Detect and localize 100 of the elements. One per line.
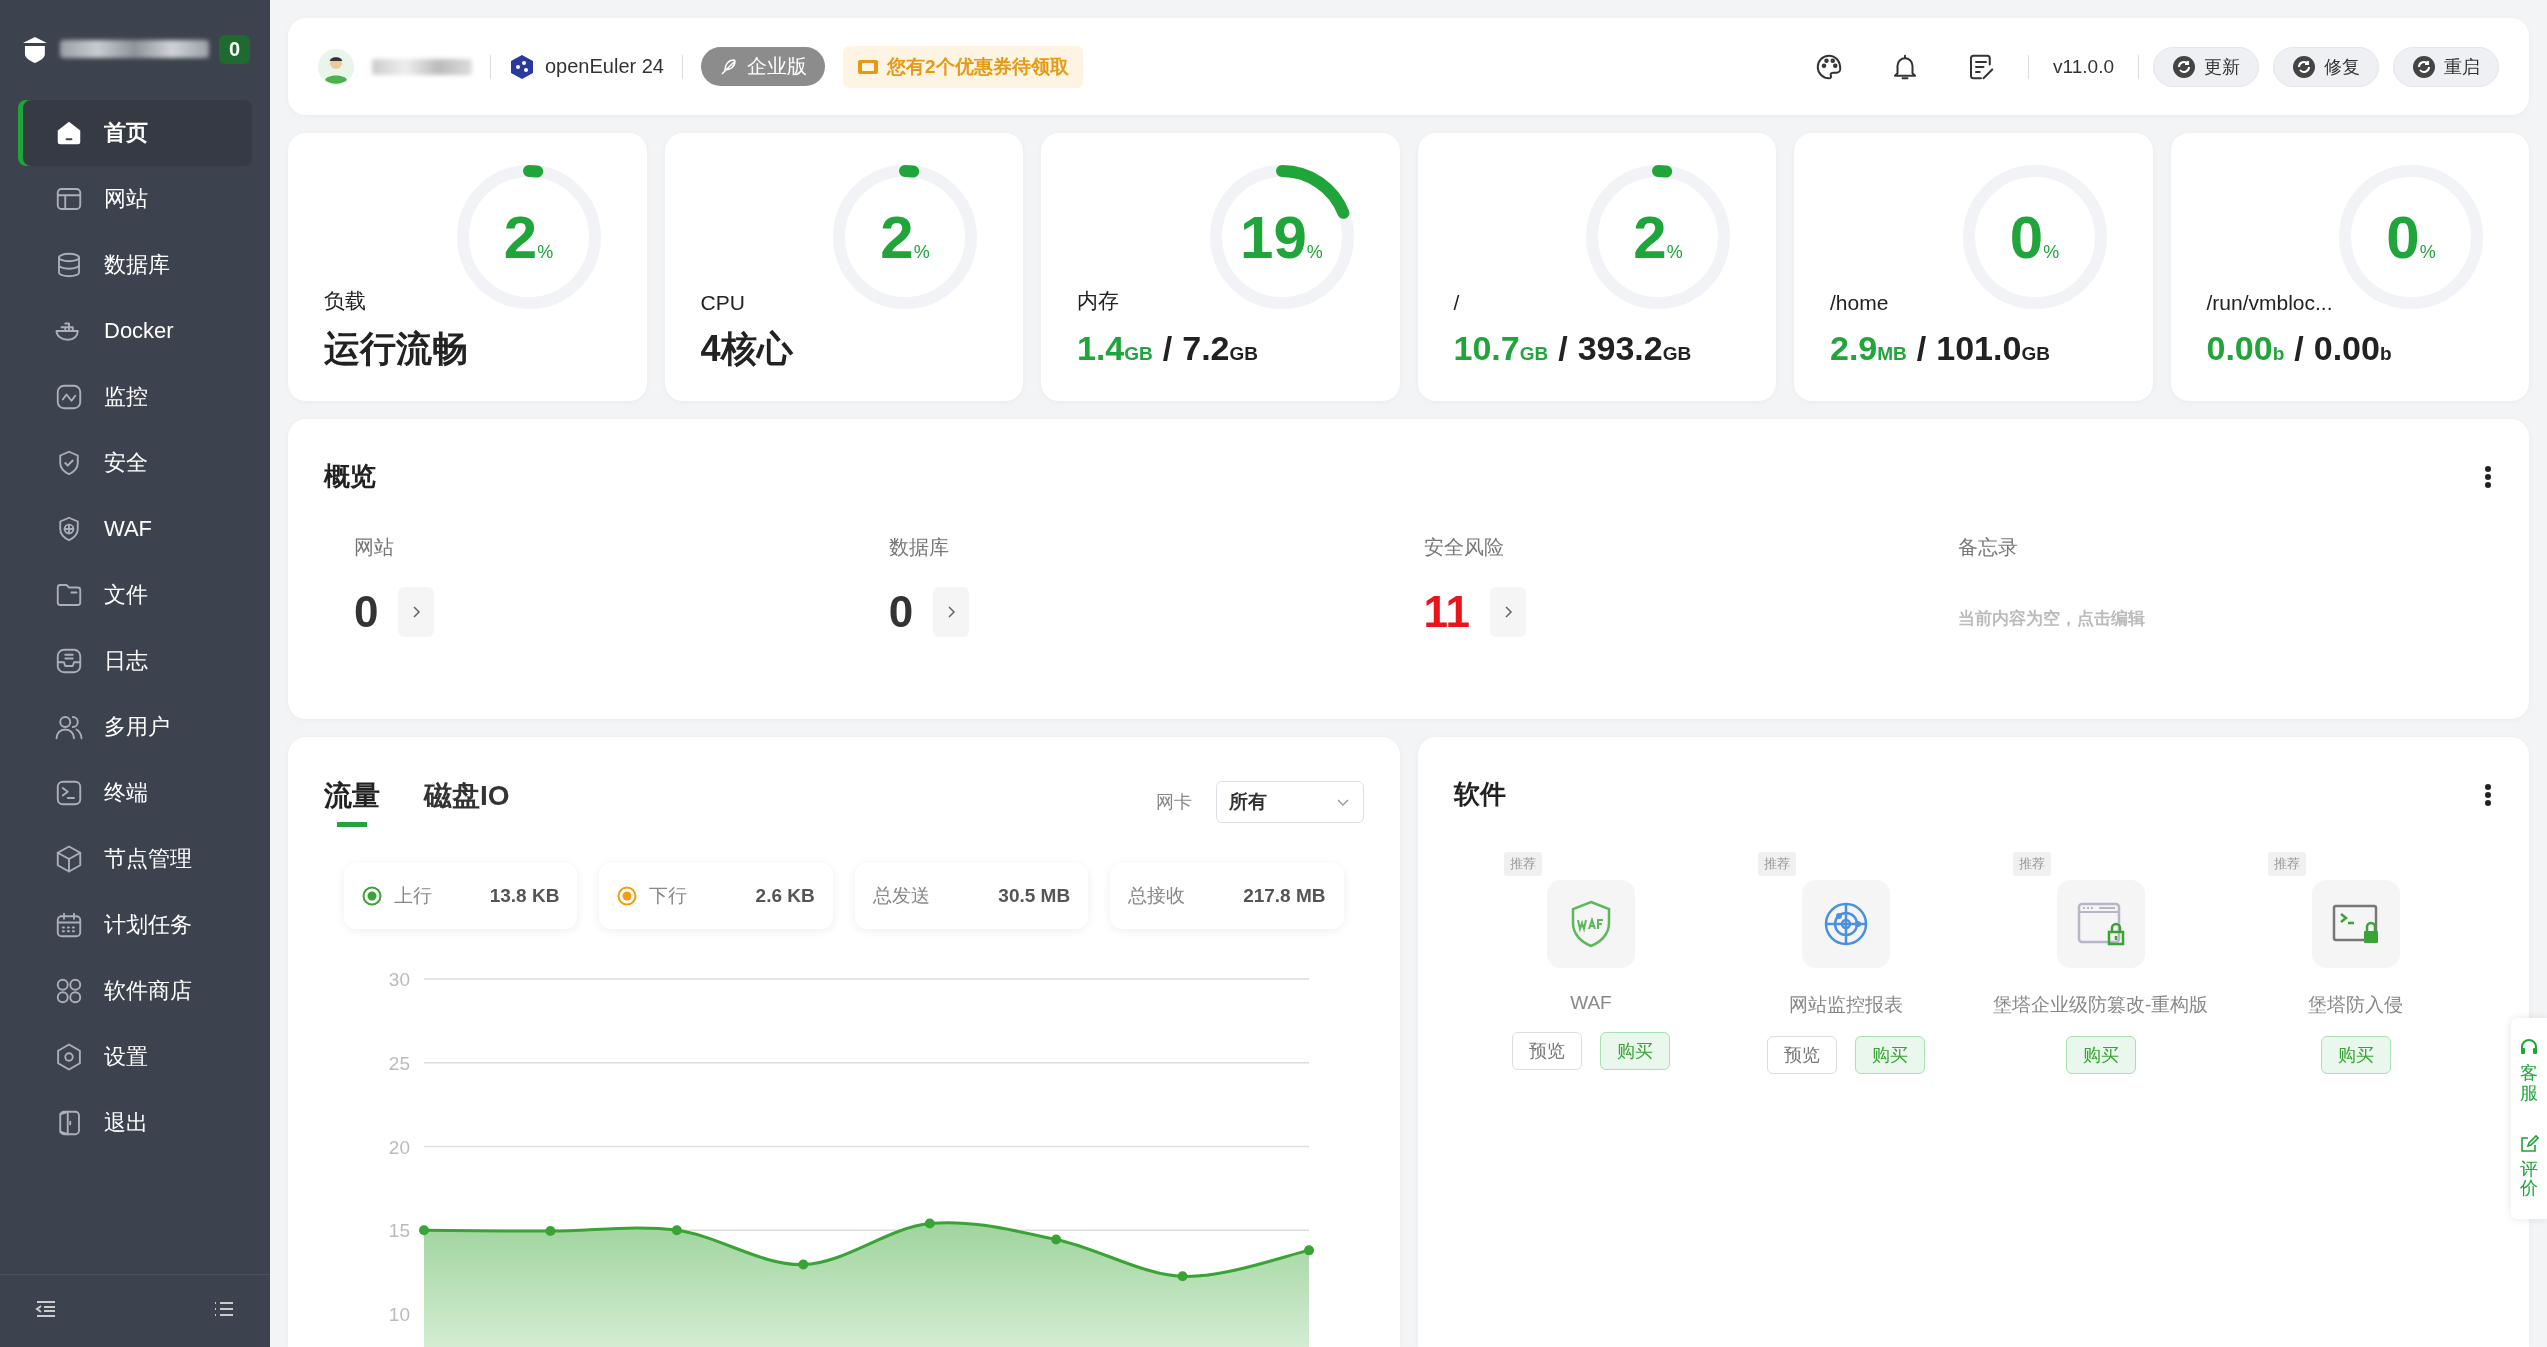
- nav-item[interactable]: Docker: [18, 298, 252, 364]
- restart-icon: [2412, 54, 2436, 79]
- stat-card[interactable]: 2% 负载 运行流畅: [288, 133, 647, 401]
- app-tile[interactable]: [2056, 880, 2145, 968]
- legend-value: 13.8 KB: [489, 885, 560, 907]
- legend-label: 总接收: [1128, 884, 1186, 908]
- stat-value: 4核心: [700, 327, 794, 371]
- data-point: [1304, 1245, 1314, 1256]
- nav-item[interactable]: 退出: [18, 1090, 252, 1156]
- preview-button[interactable]: 预览: [1511, 1032, 1582, 1070]
- legend-value: 217.8 MB: [1243, 885, 1326, 907]
- percent-unit: %: [537, 242, 554, 263]
- total-unit: GB: [1662, 343, 1692, 365]
- nav-item[interactable]: 监控: [18, 364, 252, 430]
- nav-item[interactable]: 数据库: [18, 232, 252, 298]
- tab[interactable]: 磁盘IO: [424, 777, 510, 827]
- axis-tick-label: 10: [388, 1304, 410, 1325]
- used-amount: 0.00: [2206, 329, 2273, 368]
- app-name: 网站监控报表: [1788, 993, 1903, 1017]
- more-icon[interactable]: [2483, 781, 2493, 808]
- gauge-percent: 2: [1633, 203, 1667, 272]
- cube-icon: [54, 844, 84, 874]
- gauge-percent: 0: [2009, 203, 2044, 272]
- data-point: [1051, 1234, 1062, 1245]
- total-unit: GB: [1229, 343, 1258, 365]
- stat-label: /home: [1830, 291, 1890, 315]
- nav-item[interactable]: 首页: [18, 100, 252, 166]
- recommend-tag: 推荐: [1503, 852, 1542, 876]
- nav-item[interactable]: WAF: [18, 496, 252, 562]
- overview-count: 0: [354, 587, 379, 637]
- app-tile[interactable]: [1546, 880, 1635, 968]
- used-unit: b: [2272, 343, 2285, 365]
- app-tile[interactable]: [2311, 880, 2400, 968]
- nav-item[interactable]: 软件商店: [18, 958, 252, 1024]
- percent-unit: %: [2419, 242, 2436, 263]
- total-amount: 0.00: [2313, 329, 2380, 368]
- legend-value: 30.5 MB: [998, 885, 1071, 907]
- feather-icon: [719, 56, 739, 77]
- data-point: [924, 1218, 935, 1229]
- more-icon[interactable]: [2483, 463, 2493, 490]
- nav-item[interactable]: 设置: [18, 1024, 252, 1090]
- gauge-percent: 19: [1240, 203, 1307, 272]
- used-amount: 2.9: [1830, 329, 1878, 368]
- overview-count: 11: [1423, 587, 1470, 637]
- used-amount: 1.4: [1077, 329, 1125, 368]
- stat-card[interactable]: 2% CPU 4核心: [664, 133, 1023, 401]
- app-name: 堡塔企业级防篡改-重构版: [1993, 993, 2209, 1017]
- slash: /: [1558, 329, 1568, 368]
- axis-tick-label: 20: [388, 1136, 410, 1158]
- hexagon-logo-icon: [509, 53, 535, 80]
- stat-label: 负载: [324, 288, 367, 314]
- nav-item[interactable]: 安全: [18, 430, 252, 496]
- data-point: [798, 1259, 809, 1270]
- percent-unit: %: [1306, 242, 1323, 263]
- nav-item[interactable]: 日志: [18, 628, 252, 694]
- total-unit: GB: [2021, 343, 2050, 365]
- axis-tick-label: 25: [388, 1052, 410, 1074]
- stat-label: 内存: [1077, 288, 1120, 314]
- gauge-percent: 0: [2386, 203, 2420, 272]
- nav-item[interactable]: 多用户: [18, 694, 252, 760]
- recommend-tag: 推荐: [2013, 852, 2052, 876]
- data-point: [1177, 1271, 1188, 1282]
- total-unit: b: [2379, 343, 2392, 365]
- nav-item[interactable]: 节点管理: [18, 826, 252, 892]
- os-name: openEuler 24: [545, 55, 664, 78]
- panel-title: 概览: [324, 460, 376, 493]
- sync-icon: [2172, 54, 2196, 79]
- tray-icon: [54, 646, 84, 676]
- used-unit: GB: [1519, 343, 1549, 365]
- overview-count: 0: [888, 587, 914, 637]
- nav-item[interactable]: 文件: [18, 562, 252, 628]
- legend-label: 下行: [649, 884, 688, 908]
- app-tile[interactable]: [1801, 880, 1890, 968]
- slash: /: [2294, 329, 2304, 368]
- header-button[interactable]: 更新: [2153, 46, 2259, 87]
- header-button[interactable]: 修复: [2273, 46, 2379, 87]
- legend-label: 上行: [394, 884, 432, 908]
- percent-unit: %: [2043, 242, 2060, 263]
- tab[interactable]: 流量: [324, 777, 380, 827]
- header-button[interactable]: 重启: [2393, 46, 2499, 87]
- nav-item[interactable]: 终端: [18, 760, 252, 826]
- nav-item[interactable]: 计划任务: [18, 892, 252, 958]
- overview-label: 数据库: [888, 535, 950, 560]
- version-label: v11.0.0: [2052, 55, 2115, 78]
- nic-select[interactable]: 所有: [1215, 781, 1364, 823]
- overview-label: 安全风险: [1423, 535, 1505, 560]
- recommend-tag: 推荐: [1758, 852, 1797, 876]
- data-point: [671, 1225, 682, 1236]
- panel-title: 软件: [1453, 778, 1506, 811]
- overview-label: 备忘录: [1958, 535, 2020, 560]
- legend-label: 总发送: [872, 884, 930, 908]
- settings-icon: [54, 1042, 84, 1072]
- stat-card[interactable]: 0% /home 2.9MB / 101.0GB: [1794, 133, 2153, 401]
- avatar-icon[interactable]: [318, 48, 354, 85]
- stat-card[interactable]: 19% 内存 1.4GB / 7.2GB: [1041, 133, 1400, 401]
- nav-item[interactable]: 网站: [18, 166, 252, 232]
- slash: /: [1162, 329, 1173, 368]
- stat-card[interactable]: 2% / 10.7GB / 393.2GB: [1417, 133, 1776, 401]
- preview-button[interactable]: 预览: [1766, 1036, 1837, 1074]
- stat-card[interactable]: 0% /run/vmbloc... 0.00b / 0.00b: [2170, 133, 2529, 401]
